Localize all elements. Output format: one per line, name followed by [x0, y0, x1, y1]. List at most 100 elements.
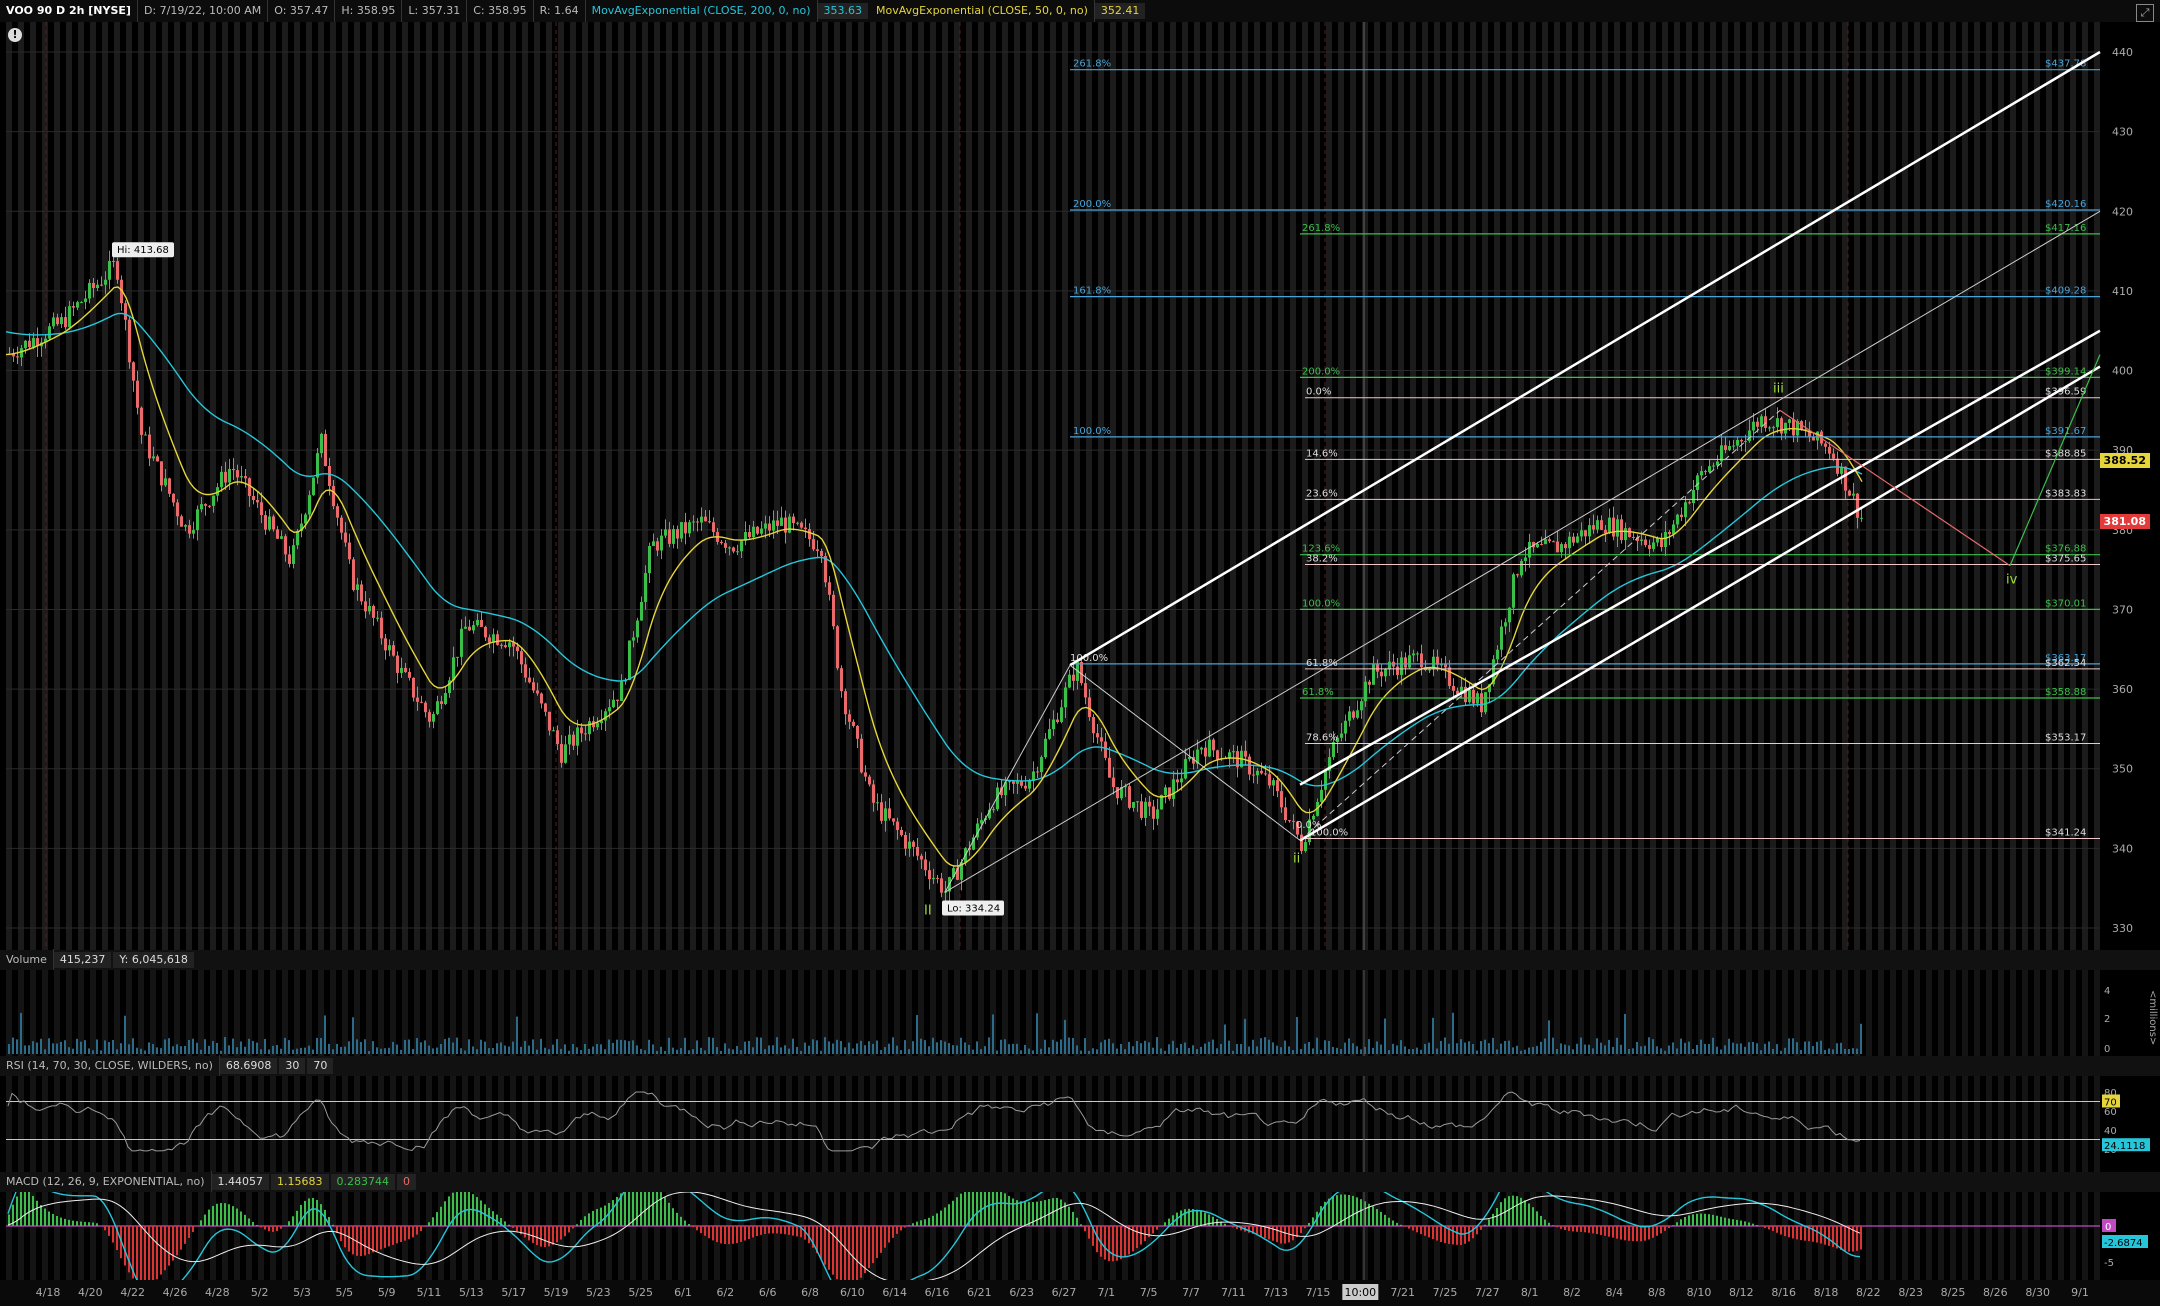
time-axis-tick: 5/19: [544, 1286, 569, 1299]
volume-axis-tick: 2: [2104, 1014, 2110, 1025]
time-axis-tick: 7/21: [1390, 1286, 1415, 1299]
info-icon[interactable]: !: [8, 28, 22, 42]
macd-value-1: 1.44057: [211, 1174, 270, 1190]
wave-label-ii: ii: [1293, 851, 1300, 866]
wave-label-iii: iii: [1773, 381, 1784, 396]
wave-label-iv: iv: [2006, 573, 2018, 588]
fib-percent-label: 38.2%: [1306, 553, 1338, 564]
fib-percent-label: 78.6%: [1306, 732, 1338, 743]
volume-axis-tick: 4: [2104, 986, 2110, 997]
rsi-lower: 30: [279, 1058, 306, 1074]
date-label: D: 7/19/22, 10:00 AM: [138, 0, 269, 22]
time-axis-tick: 8/8: [1648, 1286, 1666, 1299]
macd-label[interactable]: MACD (12, 26, 9, EXPONENTIAL, no): [0, 1171, 212, 1193]
volume-header: Volume 415,237 Y: 6,045,618: [0, 949, 2160, 971]
rsi-pane[interactable]: 806040207024.1118: [0, 1076, 2160, 1172]
volume-label[interactable]: Volume: [0, 949, 54, 971]
symbol-label[interactable]: VOO 90 D 2h [NYSE]: [0, 0, 138, 22]
time-axis-tick: 8/12: [1729, 1286, 1754, 1299]
price-axis-tick: 360: [2112, 683, 2133, 696]
channel-upper-line: [1069, 50, 2101, 667]
price-axis-tick: 440: [2112, 46, 2133, 59]
wave-dashed-line: [1299, 409, 1781, 841]
time-axis-tick: 7/7: [1182, 1286, 1200, 1299]
time-axis-tick: 8/26: [1983, 1286, 2008, 1299]
price-pane[interactable]: 440 430 420 410 400 390 380 370 360 350 340 330 $437…: [0, 22, 2160, 950]
price-axis-tick: 410: [2112, 285, 2133, 298]
volume-pane[interactable]: 4 2 0 <millions>: [0, 970, 2160, 1060]
time-axis[interactable]: 4/18 4/20 4/22 4/26 4/28 5/2 5/3 5/5 5/9 5/11 5/13…: [0, 1280, 2160, 1306]
rsi-value: 68.6908: [219, 1058, 278, 1074]
fib-price-label: $417.16: [2045, 223, 2086, 234]
rsi-70-marker: 70: [2104, 1098, 2117, 1109]
ema200-value: 353.63: [817, 3, 868, 19]
time-axis-tick: 6/10: [840, 1286, 865, 1299]
fib-percent-label: 161.8%: [1073, 286, 1111, 297]
rsi-upper: 70: [307, 1058, 334, 1074]
time-axis-cursor: 10:00: [1344, 1286, 1376, 1299]
range-label: R: 1.64: [534, 0, 586, 22]
fib-price-label: $409.28: [2045, 286, 2086, 297]
fib-price-label: $375.65: [2045, 553, 2086, 564]
price-tag-yellow: 388.52: [2099, 453, 2150, 468]
price-axis-tick: 350: [2112, 763, 2133, 776]
wave-label-II: II: [924, 904, 932, 919]
high-annotation: Hi: 413.68: [117, 245, 169, 256]
volume-value: 415,237: [53, 952, 112, 968]
time-axis-tick: 5/23: [586, 1286, 611, 1299]
close-label: C: 358.95: [467, 0, 534, 22]
macd-chart[interactable]: 0-50-2.6874: [0, 1192, 2160, 1280]
fib-price-label: $399.14: [2045, 366, 2086, 377]
price-chart[interactable]: 440430420410400390380370360350340330$437…: [0, 22, 2160, 950]
time-axis-tick: 6/2: [716, 1286, 734, 1299]
rsi-axis-tick: 40: [2104, 1126, 2117, 1137]
ema50-label[interactable]: MovAvgExponential (CLOSE, 50, 0, no): [870, 0, 1095, 22]
fib-price-label: $353.17: [2045, 732, 2086, 743]
fib-price-label: $362.54: [2045, 658, 2086, 669]
rsi-axis-tick: 60: [2104, 1107, 2117, 1118]
fib-percent-label: 14.6%: [1306, 448, 1338, 459]
fib-percent-label: 261.8%: [1302, 223, 1340, 234]
macd-pane[interactable]: 0-50-2.6874: [0, 1192, 2160, 1280]
price-tag-red: 381.08: [2099, 514, 2150, 529]
fib-price-label: $383.83: [2045, 488, 2086, 499]
time-axis-tick: 7/13: [1263, 1286, 1288, 1299]
volume-prev-value: Y: 6,045,618: [113, 952, 194, 968]
ema200-label[interactable]: MovAvgExponential (CLOSE, 200, 0, no): [586, 0, 818, 22]
time-axis-tick: 7/25: [1433, 1286, 1458, 1299]
time-axis-tick: 6/1: [674, 1286, 692, 1299]
macd-value-3: 0.283744: [330, 1174, 396, 1190]
rsi-chart[interactable]: 806040207024.1118: [0, 1076, 2160, 1172]
volume-chart[interactable]: 4 2 0 <millions>: [0, 970, 2160, 1060]
fib-price-label: $420.16: [2045, 199, 2086, 210]
fib-percent-label: 0.0%: [1306, 387, 1331, 398]
rsi-label[interactable]: RSI (14, 70, 30, CLOSE, WILDERS, no): [0, 1055, 220, 1077]
price-axis-tick: 400: [2112, 365, 2133, 378]
time-axis-tick: 4/28: [205, 1286, 230, 1299]
fib-percent-label: 100.0%: [1073, 426, 1111, 437]
low-annotation: Lo: 334.24: [947, 904, 1000, 915]
time-axis-tick: 8/25: [1941, 1286, 1966, 1299]
expand-icon[interactable]: ⤢: [2136, 4, 2154, 22]
time-axis-tick: 4/22: [120, 1286, 145, 1299]
time-axis-tick: 5/11: [417, 1286, 442, 1299]
price-axis-tick: 340: [2112, 842, 2133, 855]
time-axis-tick: 6/23: [1009, 1286, 1034, 1299]
time-axis-tick: 8/22: [1856, 1286, 1881, 1299]
time-axis-tick: 7/27: [1475, 1286, 1500, 1299]
fib-price-label: $341.24: [2045, 827, 2086, 838]
time-axis-tick: 5/2: [251, 1286, 269, 1299]
time-axis-tick: 5/25: [628, 1286, 653, 1299]
price-header: VOO 90 D 2h [NYSE] D: 7/19/22, 10:00 AM …: [0, 0, 2160, 22]
time-axis-tick: 6/27: [1052, 1286, 1077, 1299]
time-axis-tick: 8/18: [1814, 1286, 1839, 1299]
low-label: L: 357.31: [402, 0, 468, 22]
time-axis-tick: 5/9: [378, 1286, 396, 1299]
time-axis-tick: 5/5: [335, 1286, 353, 1299]
high-label: H: 358.95: [335, 0, 403, 22]
time-axis-tick: 5/3: [293, 1286, 311, 1299]
time-axis-tick: 7/5: [1140, 1286, 1158, 1299]
time-axis-tick: 5/13: [459, 1286, 484, 1299]
price-axis-tick: 430: [2112, 126, 2133, 139]
time-axis-tick: 6/14: [882, 1286, 907, 1299]
